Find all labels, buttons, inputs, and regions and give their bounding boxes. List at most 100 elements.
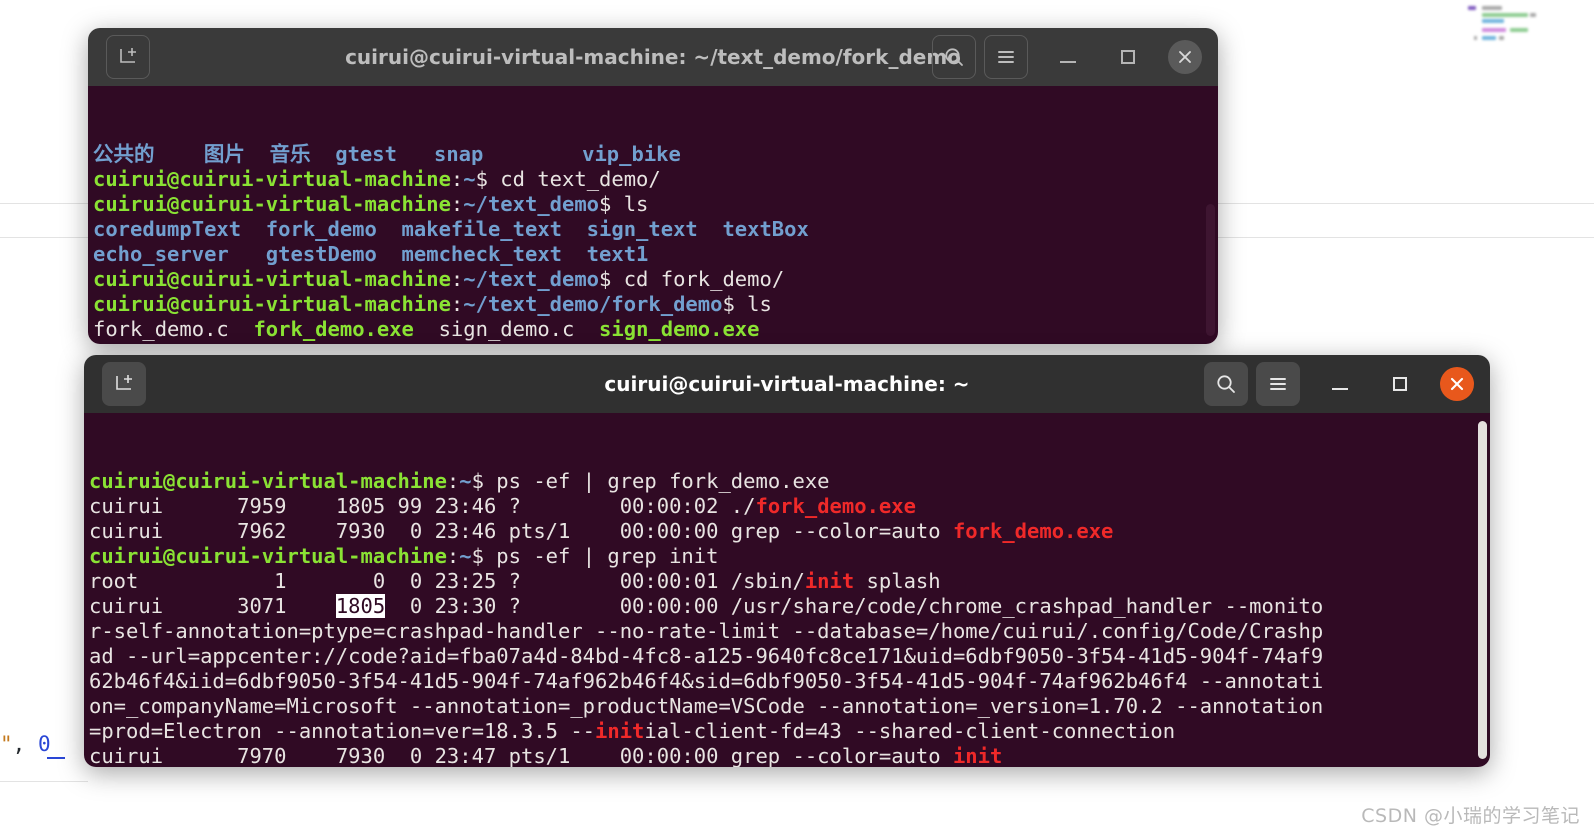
terminal-output-fork-demo[interactable]: 公共的 图片 音乐 gtest snap vip_bikecuirui@cuir… bbox=[88, 86, 1218, 344]
new-tab-button[interactable] bbox=[102, 362, 146, 406]
terminal-text-segment: fork_demo.exe bbox=[755, 494, 915, 518]
terminal-text-segment: 0 23:30 ? 00:00:00 /usr/share/code/chrom… bbox=[385, 594, 1323, 618]
terminal-text-segment: sign_demo.c bbox=[414, 317, 599, 341]
terminal-line: cuirui@cuirui-virtual-machine:~/text_dem… bbox=[93, 267, 1218, 292]
terminal-text-segment: $ ./fork_demo.exe bbox=[722, 342, 932, 344]
terminal-text-segment: cuirui 3071 bbox=[89, 594, 336, 618]
terminal-text-segment: ~/text_demo bbox=[463, 192, 599, 216]
titlebar-fork-demo[interactable]: cuirui@cuirui-virtual-machine: ~/text_de… bbox=[88, 28, 1218, 86]
terminal-text-segment: fork_demo.exe bbox=[253, 317, 413, 341]
search-button[interactable] bbox=[1204, 362, 1248, 406]
menu-button[interactable] bbox=[1256, 362, 1300, 406]
terminal-text-segment: snap bbox=[434, 142, 582, 166]
terminal-text-segment: ~ bbox=[459, 469, 471, 493]
background-code-quote: " bbox=[0, 732, 13, 756]
terminal-text-segment: : bbox=[451, 292, 463, 316]
terminal-text-segment: echo_server gtestDemo memcheck_text text… bbox=[93, 242, 648, 266]
terminal-text-segment: sign_demo.exe bbox=[599, 317, 759, 341]
terminal-text-segment: cuirui 7970 7930 0 23:47 pts/1 00:00:00 … bbox=[89, 744, 953, 767]
minimize-icon bbox=[1060, 61, 1076, 63]
close-button[interactable] bbox=[1440, 367, 1474, 401]
titlebar-home[interactable]: cuirui@cuirui-virtual-machine: ~ bbox=[84, 355, 1490, 413]
terminal-text-segment: ~/text_demo/fork_demo bbox=[463, 342, 722, 344]
terminal-text-segment: cuirui@cuirui-virtual-machine bbox=[89, 469, 447, 493]
minimize-button[interactable] bbox=[1048, 37, 1088, 77]
terminal-output-home[interactable]: cuirui@cuirui-virtual-machine:~$ ps -ef … bbox=[84, 413, 1490, 767]
search-button[interactable] bbox=[932, 35, 976, 79]
terminal-line: 62b46f4&iid=6dbf9050-3f54-41d5-904f-74af… bbox=[89, 669, 1490, 694]
background-code-underline bbox=[47, 757, 65, 759]
terminal-text-segment: $ ps -ef | grep fork_demo.exe bbox=[472, 469, 830, 493]
terminal-line: cuirui@cuirui-virtual-machine:~$ ps -ef … bbox=[89, 544, 1490, 569]
thumbnail-preview bbox=[1466, 4, 1550, 48]
terminal-text-segment: $ cd fork_demo/ bbox=[599, 267, 784, 291]
terminal-text-segment: coredumpText fork_demo makefile_text sig… bbox=[93, 217, 809, 241]
terminal-text-segment: vip_bike bbox=[582, 142, 681, 166]
terminal-line: 公共的 图片 音乐 gtest snap vip_bike bbox=[93, 142, 1218, 167]
menu-button[interactable] bbox=[984, 35, 1028, 79]
terminal-text-segment: root 1 0 0 23:25 ? 00:00:01 /sbin/ bbox=[89, 569, 805, 593]
terminal-line: =prod=Electron --annotation=ver=18.3.5 -… bbox=[89, 719, 1490, 744]
terminal-text-segment: on=_companyName=Microsoft --annotation=_… bbox=[89, 694, 1323, 718]
terminal-text-segment: ial-client-fd=43 --shared-client-connect… bbox=[644, 719, 1175, 743]
terminal-line: cuirui 7959 1805 99 23:46 ? 00:00:02 ./f… bbox=[89, 494, 1490, 519]
minimize-button[interactable] bbox=[1320, 364, 1360, 404]
terminal-lines-fork-demo: 公共的 图片 音乐 gtest snap vip_bikecuirui@cuir… bbox=[93, 142, 1218, 344]
terminal-text-segment: cuirui@cuirui-virtual-machine bbox=[93, 342, 451, 344]
background-rule-3 bbox=[0, 781, 88, 782]
terminal-line: root 1 0 0 23:25 ? 00:00:01 /sbin/init s… bbox=[89, 569, 1490, 594]
terminal-text-segment: $ ls bbox=[599, 192, 648, 216]
terminal-text-segment: : bbox=[447, 469, 459, 493]
terminal-line: cuirui 7962 7930 0 23:46 pts/1 00:00:00 … bbox=[89, 519, 1490, 544]
csdn-watermark: CSDN @小瑞的学习笔记 bbox=[1361, 801, 1580, 828]
terminal-line: cuirui@cuirui-virtual-machine:~$ cd text… bbox=[93, 167, 1218, 192]
terminal-text-segment: $ ls bbox=[722, 292, 771, 316]
terminal-text-segment: =prod=Electron --annotation=ver=18.3.5 -… bbox=[89, 719, 595, 743]
background-code-comma: , bbox=[13, 732, 26, 756]
terminal-scrollbar-fork-demo[interactable] bbox=[1206, 204, 1215, 336]
close-icon bbox=[1448, 375, 1466, 393]
close-button[interactable] bbox=[1168, 40, 1202, 74]
terminal-line: ad --url=appcenter://code?aid=fba07a4d-8… bbox=[89, 644, 1490, 669]
terminal-text-segment: : bbox=[451, 267, 463, 291]
terminal-text-segment: 62b46f4&iid=6dbf9050-3f54-41d5-904f-74af… bbox=[89, 669, 1323, 693]
terminal-text-segment: init bbox=[805, 569, 854, 593]
terminal-text-segment: 公共的 bbox=[93, 142, 204, 166]
terminal-lines-home: cuirui@cuirui-virtual-machine:~$ ps -ef … bbox=[89, 469, 1490, 767]
new-tab-button[interactable] bbox=[106, 35, 150, 79]
terminal-line: echo_server gtestDemo memcheck_text text… bbox=[93, 242, 1218, 267]
background-code-snippet: ", 0 bbox=[0, 732, 51, 756]
hamburger-menu-icon bbox=[994, 45, 1018, 69]
titlebar-controls-home bbox=[1204, 362, 1480, 406]
hamburger-menu-icon bbox=[1266, 372, 1290, 396]
maximize-button[interactable] bbox=[1108, 37, 1148, 77]
terminal-text-segment: cuirui 7959 1805 99 23:46 ? 00:00:02 ./ bbox=[89, 494, 755, 518]
terminal-text-segment: splash bbox=[854, 569, 940, 593]
terminal-line: cuirui 3071 1805 0 23:30 ? 00:00:00 /usr… bbox=[89, 594, 1490, 619]
new-tab-icon bbox=[113, 373, 135, 395]
terminal-window-fork-demo[interactable]: cuirui@cuirui-virtual-machine: ~/text_de… bbox=[88, 28, 1218, 344]
terminal-text-segment: $ cd text_demo/ bbox=[476, 167, 661, 191]
terminal-line: cuirui 7970 7930 0 23:47 pts/1 00:00:00 … bbox=[89, 744, 1490, 767]
terminal-text-segment: : bbox=[451, 192, 463, 216]
terminal-text-segment: fork_demo.c bbox=[93, 317, 253, 341]
close-icon bbox=[1176, 48, 1194, 66]
terminal-text-segment: init bbox=[595, 719, 644, 743]
minimize-icon bbox=[1332, 388, 1348, 390]
terminal-text-segment: 音乐 bbox=[270, 142, 336, 166]
terminal-text-segment: cuirui@cuirui-virtual-machine bbox=[93, 192, 451, 216]
terminal-text-segment: : bbox=[451, 342, 463, 344]
maximize-icon bbox=[1121, 50, 1135, 64]
terminal-window-home[interactable]: cuirui@cuirui-virtual-machine: ~ bbox=[84, 355, 1490, 767]
maximize-button[interactable] bbox=[1380, 364, 1420, 404]
terminal-text-segment: ~/text_demo/fork_demo bbox=[463, 292, 722, 316]
terminal-text-segment: r-self-annotation=ptype=crashpad-handler… bbox=[89, 619, 1323, 643]
terminal-text-segment: gtest bbox=[335, 142, 434, 166]
terminal-line: coredumpText fork_demo makefile_text sig… bbox=[93, 217, 1218, 242]
terminal-text-segment: ~ bbox=[463, 167, 475, 191]
terminal-text-segment: ~/text_demo bbox=[463, 267, 599, 291]
terminal-line: cuirui@cuirui-virtual-machine:~/text_dem… bbox=[93, 292, 1218, 317]
new-tab-icon bbox=[117, 46, 139, 68]
terminal-text-segment: ad --url=appcenter://code?aid=fba07a4d-8… bbox=[89, 644, 1323, 668]
terminal-scrollbar-home[interactable] bbox=[1478, 421, 1487, 759]
